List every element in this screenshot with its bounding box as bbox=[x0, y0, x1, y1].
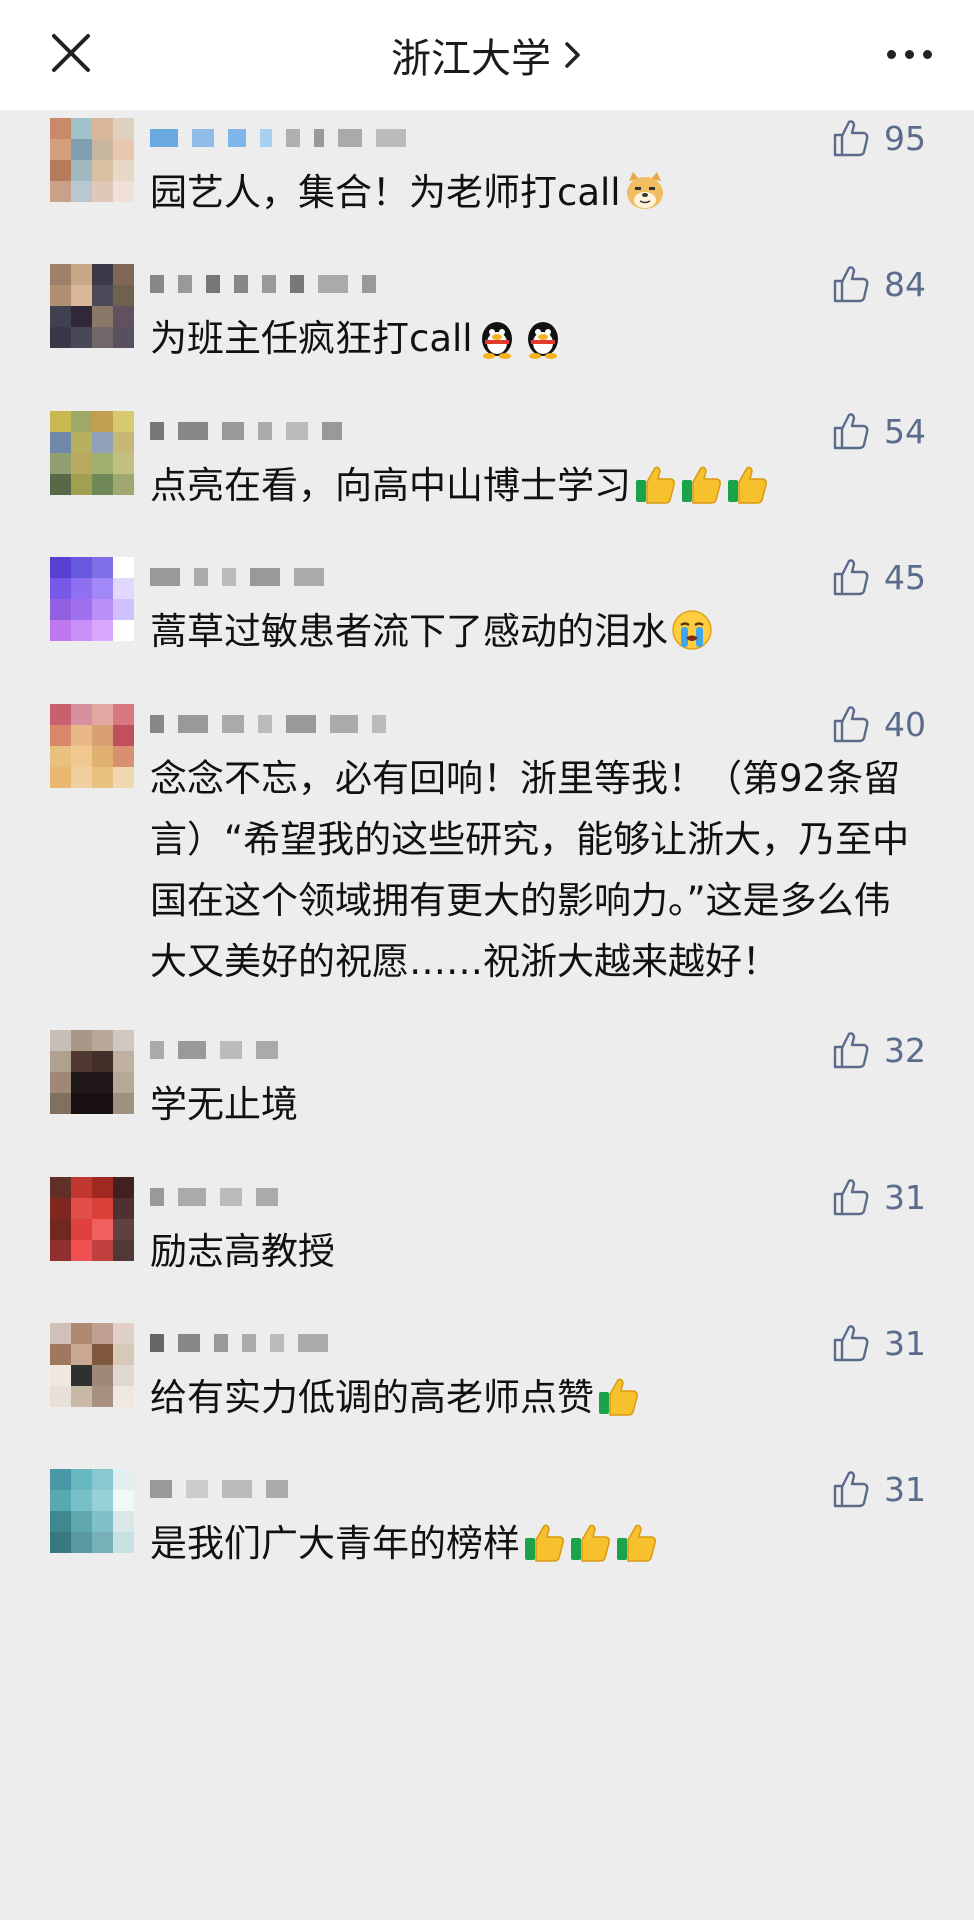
comment-text-content: 点亮在看，向高中山博士学习 bbox=[150, 464, 631, 507]
comment-text: 为班主任疯狂打call bbox=[150, 308, 926, 369]
thumbs-up-icon bbox=[833, 1325, 869, 1362]
thumbs-up-icon bbox=[833, 706, 869, 743]
comment-list: 95 园艺人，集合！为老师打call 84 为班主任疯狂打call 54 点亮在看，向高中… bbox=[0, 110, 974, 1920]
close-icon[interactable] bbox=[48, 30, 94, 76]
like-count: 32 bbox=[884, 1030, 926, 1070]
nickname-pixelated bbox=[150, 1177, 292, 1217]
like-count: 45 bbox=[884, 557, 926, 597]
like-count: 31 bbox=[884, 1469, 926, 1509]
thumbs-up-icon bbox=[833, 1471, 869, 1508]
avatar[interactable] bbox=[50, 704, 134, 788]
like-count: 40 bbox=[884, 704, 926, 744]
avatar[interactable] bbox=[50, 1030, 134, 1114]
comment-text: 念念不忘，必有回响！浙里等我！（第92条留言）“希望我的这些研究，能够让浙大，乃… bbox=[150, 748, 926, 992]
like-button[interactable]: 54 bbox=[832, 411, 926, 451]
comment-text-content: 学无止境 bbox=[150, 1083, 298, 1126]
comment-text-content: 是我们广大青年的榜样 bbox=[150, 1522, 520, 1565]
crying-emoji-icon bbox=[672, 610, 712, 650]
like-button[interactable]: 31 bbox=[832, 1469, 926, 1509]
like-button[interactable]: 31 bbox=[832, 1323, 926, 1363]
like-button[interactable]: 31 bbox=[832, 1177, 926, 1217]
like-button[interactable]: 40 bbox=[832, 704, 926, 744]
nickname-pixelated bbox=[150, 411, 356, 451]
comment-text-content: 为班主任疯狂打call bbox=[150, 317, 473, 360]
comment-text: 点亮在看，向高中山博士学习 bbox=[150, 455, 926, 516]
avatar[interactable] bbox=[50, 1177, 134, 1261]
like-button[interactable]: 95 bbox=[832, 118, 926, 158]
like-count: 95 bbox=[884, 118, 926, 158]
account-title-label: 浙江大学 bbox=[391, 36, 551, 82]
avatar[interactable] bbox=[50, 118, 134, 202]
thumbs-up-emoji-icon bbox=[617, 1524, 656, 1562]
comment-text-content: 励志高教授 bbox=[150, 1230, 335, 1273]
thumbs-up-emoji-icon bbox=[728, 466, 767, 504]
comment-text: 励志高教授 bbox=[150, 1221, 926, 1282]
doge-emoji-icon bbox=[626, 172, 663, 209]
like-count: 54 bbox=[884, 411, 926, 451]
avatar[interactable] bbox=[50, 1469, 134, 1553]
top-bar: 浙江大学 bbox=[0, 0, 974, 110]
comment-text-content: 给有实力低调的高老师点赞 bbox=[150, 1376, 594, 1419]
comment-text: 给有实力低调的高老师点赞 bbox=[150, 1367, 926, 1428]
thumbs-up-icon bbox=[833, 1032, 869, 1069]
nickname-pixelated bbox=[150, 264, 390, 304]
avatar[interactable] bbox=[50, 411, 134, 495]
comment-text-content: 蒿草过敏患者流下了感动的泪水 bbox=[150, 610, 668, 653]
thumbs-up-emoji-icon bbox=[599, 1378, 638, 1416]
comment-text-content: 园艺人，集合！为老师打call bbox=[150, 171, 621, 214]
thumbs-up-icon bbox=[833, 1179, 869, 1216]
thumbs-up-icon bbox=[833, 266, 869, 303]
nickname-pixelated bbox=[150, 1469, 302, 1509]
more-dots-icon[interactable] bbox=[887, 50, 932, 59]
comment-text: 学无止境 bbox=[150, 1074, 926, 1135]
like-button[interactable]: 84 bbox=[832, 264, 926, 304]
like-count: 84 bbox=[884, 264, 926, 304]
avatar[interactable] bbox=[50, 264, 134, 348]
comment-text-content: 念念不忘，必有回响！浙里等我！（第92条留言）“希望我的这些研究，能够让浙大，乃… bbox=[150, 757, 910, 983]
thumbs-up-emoji-icon bbox=[636, 466, 675, 504]
account-title[interactable]: 浙江大学 bbox=[391, 26, 583, 84]
like-button[interactable]: 45 bbox=[832, 557, 926, 597]
comment-text: 蒿草过敏患者流下了感动的泪水 bbox=[150, 601, 926, 662]
thumbs-up-icon bbox=[833, 120, 869, 157]
nickname-pixelated bbox=[150, 557, 338, 597]
like-button[interactable]: 32 bbox=[832, 1030, 926, 1070]
nickname-pixelated bbox=[150, 118, 420, 158]
avatar[interactable] bbox=[50, 1323, 134, 1407]
comment-text: 是我们广大青年的榜样 bbox=[150, 1513, 926, 1574]
chevron-right-icon bbox=[565, 42, 580, 68]
thumbs-up-icon bbox=[833, 413, 869, 450]
thumbs-up-emoji-icon bbox=[571, 1524, 610, 1562]
thumbs-up-emoji-icon bbox=[682, 466, 721, 504]
thumbs-up-emoji-icon bbox=[525, 1524, 564, 1562]
penguin-emoji-icon bbox=[481, 322, 512, 359]
nickname-pixelated bbox=[150, 704, 400, 744]
nickname-pixelated bbox=[150, 1030, 292, 1070]
thumbs-up-icon bbox=[833, 559, 869, 596]
penguin-emoji-icon bbox=[527, 322, 558, 359]
comment-text: 园艺人，集合！为老师打call bbox=[150, 162, 926, 223]
like-count: 31 bbox=[884, 1323, 926, 1363]
avatar[interactable] bbox=[50, 557, 134, 641]
like-count: 31 bbox=[884, 1177, 926, 1217]
nickname-pixelated bbox=[150, 1323, 342, 1363]
